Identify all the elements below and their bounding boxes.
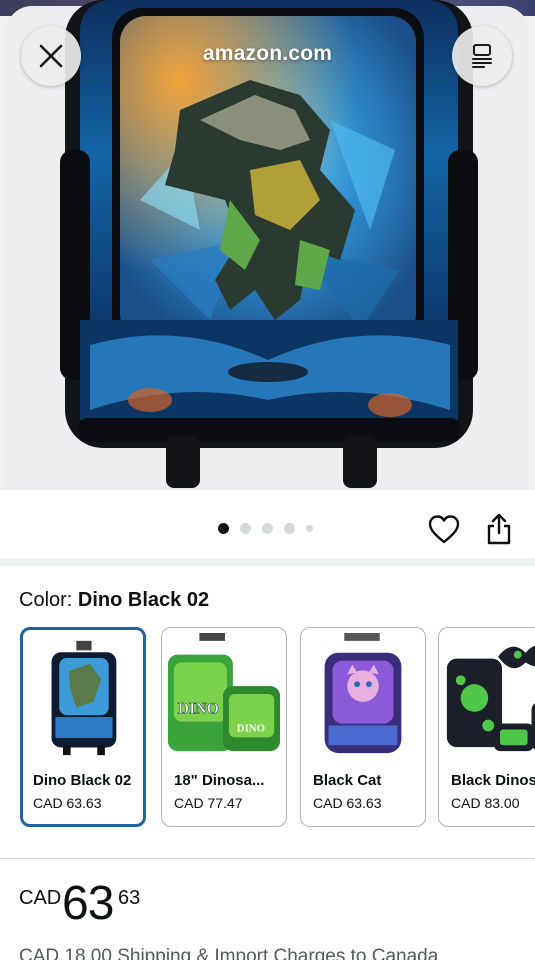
color-swatch[interactable]: Black Dinos CAD 83.00 xyxy=(438,627,535,827)
swatch-image xyxy=(446,645,535,752)
swatch-price: CAD 63.63 xyxy=(313,795,382,811)
shipping-charges-text: CAD 18.00 Shipping & Import Charges to C… xyxy=(19,946,439,960)
pagination-dot[interactable] xyxy=(240,523,251,534)
color-swatch-selected[interactable]: Dino Black 02 CAD 63.63 xyxy=(20,627,146,827)
pagination-dot[interactable] xyxy=(284,523,295,534)
swatch-name: Dino Black 02 xyxy=(33,772,132,789)
reader-mode-icon xyxy=(472,44,492,68)
swatch-image: DINO DINO xyxy=(167,633,281,752)
price-whole: 63 xyxy=(62,877,114,930)
selected-color-name: Dino Black 02 xyxy=(77,589,210,611)
price-currency: CAD xyxy=(19,887,62,909)
gallery-pagination[interactable] xyxy=(218,523,313,534)
swatch-image xyxy=(51,640,117,756)
swatch-price: CAD 83.00 xyxy=(451,795,520,811)
swatch-price: CAD 63.63 xyxy=(33,795,102,811)
swatch-name: 18" Dinosa... xyxy=(174,772,265,789)
swatch-image xyxy=(324,633,402,754)
swatch-name: Black Dinos xyxy=(451,772,535,789)
section-divider xyxy=(0,558,535,566)
color-swatch[interactable]: Black Cat CAD 63.63 xyxy=(300,627,426,827)
reader-mode-button[interactable] xyxy=(452,26,512,86)
gallery-controls xyxy=(0,490,535,562)
heart-icon[interactable] xyxy=(428,514,460,546)
svg-text:DINO: DINO xyxy=(178,701,219,718)
product-image[interactable] xyxy=(0,0,535,490)
product-image-area[interactable]: amazon.com xyxy=(0,0,535,490)
color-swatch[interactable]: DINO DINO 18" Dinosa... CAD 77.47 xyxy=(161,627,287,827)
pagination-dot[interactable] xyxy=(262,523,273,534)
color-label-prefix: Color: xyxy=(19,589,73,611)
pagination-dot-active[interactable] xyxy=(218,523,229,534)
color-swatch-carousel[interactable]: Dino Black 02 CAD 63.63 DINO DINO 18" Di… xyxy=(20,627,535,830)
swatch-price: CAD 77.47 xyxy=(174,795,243,811)
color-heading: Color: Dino Black 02 xyxy=(19,589,209,612)
section-divider xyxy=(0,858,535,859)
svg-text:DINO: DINO xyxy=(237,722,265,734)
price-fraction: 63 xyxy=(118,887,141,909)
share-icon[interactable] xyxy=(485,512,513,546)
pagination-dot[interactable] xyxy=(306,525,313,532)
swatch-name: Black Cat xyxy=(313,772,382,789)
